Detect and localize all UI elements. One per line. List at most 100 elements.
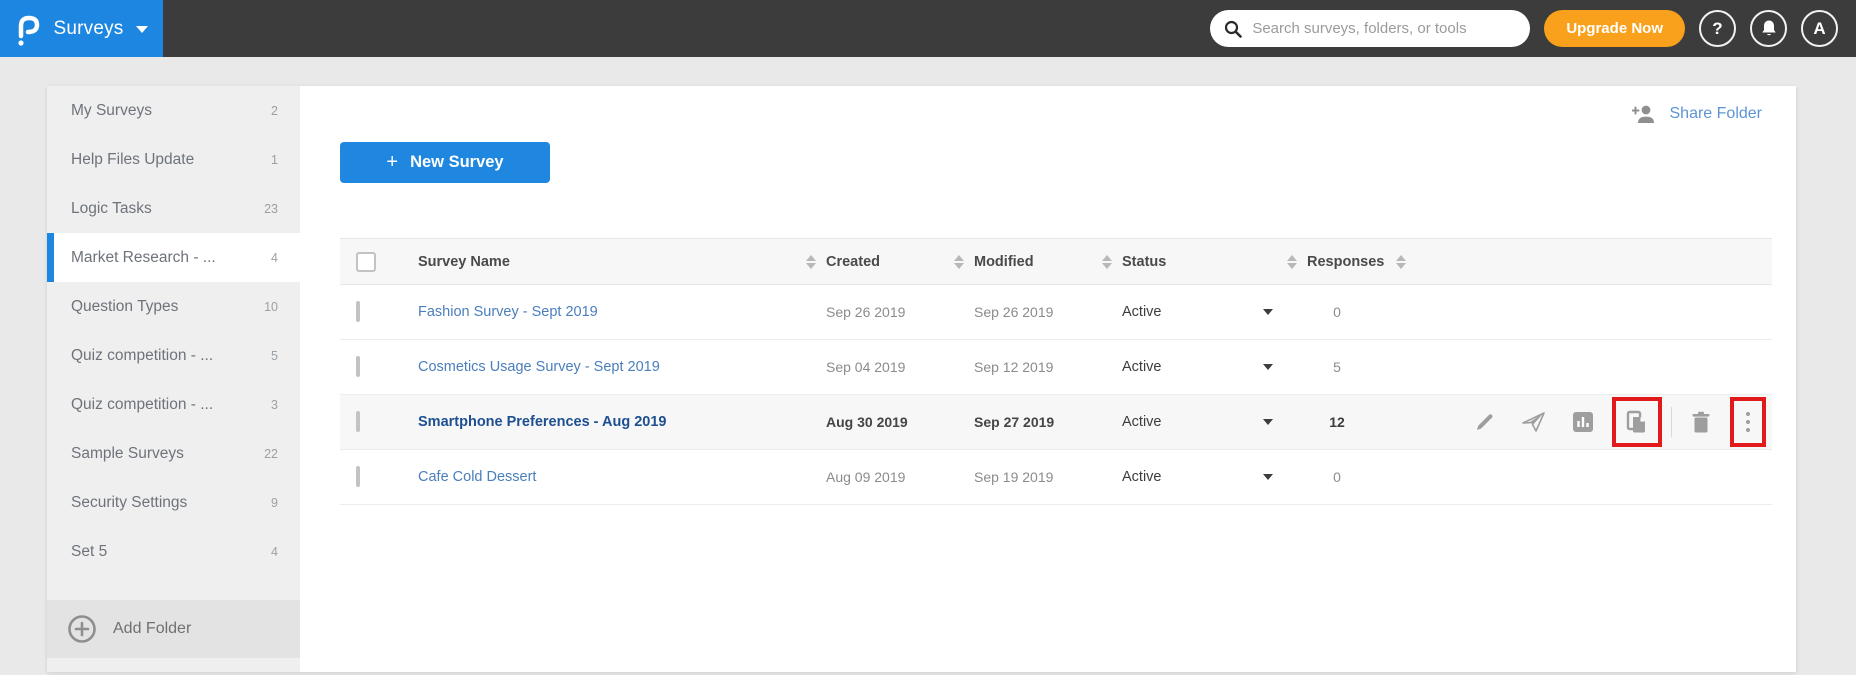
app-switcher[interactable]: Surveys <box>0 0 163 57</box>
account-avatar[interactable]: A <box>1801 10 1838 47</box>
status-dropdown-icon[interactable] <box>1263 309 1273 315</box>
new-survey-label: New Survey <box>410 153 504 171</box>
share-folder-label: Share Folder <box>1669 105 1763 122</box>
sidebar-item-help-files-update[interactable]: Help Files Update 1 <box>47 135 300 184</box>
sidebar-item-security-settings[interactable]: Security Settings 9 <box>47 478 300 527</box>
search-input[interactable] <box>1252 20 1517 37</box>
new-survey-button[interactable]: + New Survey <box>340 142 550 183</box>
sidebar-item-set-5[interactable]: Set 5 4 <box>47 527 300 576</box>
sidebar-item-label: Logic Tasks <box>71 199 152 217</box>
trash-icon <box>1692 411 1710 432</box>
notifications-button[interactable] <box>1750 10 1787 47</box>
product-name: Surveys <box>53 17 124 39</box>
status-dropdown-icon[interactable] <box>1263 364 1273 370</box>
share-folder-button[interactable]: Share Folder <box>1631 104 1763 124</box>
sort-responses-icon[interactable] <box>1396 254 1407 269</box>
col-survey-name[interactable]: Survey Name <box>402 254 510 270</box>
topbar: Surveys Upgrade Now ? A <box>0 0 1856 57</box>
sidebar-item-my-surveys[interactable]: My Surveys 2 <box>47 86 300 135</box>
sidebar-item-label: Help Files Update <box>71 150 195 168</box>
help-icon: ? <box>1712 18 1723 38</box>
status-value: Active <box>1122 414 1162 430</box>
select-all-checkbox[interactable] <box>356 251 376 272</box>
sidebar-item-count: 1 <box>271 152 278 167</box>
sort-status-icon[interactable] <box>1287 254 1297 269</box>
table-header-row: Survey Name Created Modified Status Resp… <box>340 238 1772 285</box>
plus-circle-icon <box>68 615 96 643</box>
sidebar-item-count: 9 <box>271 495 278 510</box>
sidebar-item-label: Quiz competition - ... <box>71 346 214 364</box>
status-dropdown-icon[interactable] <box>1263 419 1273 425</box>
sidebar-item-quiz-competition-1[interactable]: Quiz competition - ... 5 <box>47 331 300 380</box>
sidebar-item-question-types[interactable]: Question Types 10 <box>47 282 300 331</box>
table-row: Fashion Survey - Sept 2019 Sep 26 2019 S… <box>340 285 1772 340</box>
edit-button[interactable] <box>1465 402 1505 442</box>
sidebar-item-count: 4 <box>271 544 278 559</box>
responses-count: 0 <box>1333 304 1341 320</box>
col-responses[interactable]: Responses <box>1307 254 1384 270</box>
modified-date: Sep 12 2019 <box>974 359 1054 375</box>
help-button[interactable]: ? <box>1699 10 1736 47</box>
folders-sidebar: My Surveys 2 Help Files Update 1 Logic T… <box>47 86 300 672</box>
sort-survey-name-icon[interactable] <box>806 254 816 269</box>
col-modified[interactable]: Modified <box>974 254 1034 270</box>
folder-content: Share Folder + New Survey Survey Name Cr… <box>300 86 1796 672</box>
row-checkbox[interactable] <box>356 301 360 322</box>
sidebar-item-sample-surveys[interactable]: Sample Surveys 22 <box>47 429 300 478</box>
table-row-highlighted: Smartphone Preferences - Aug 2019 Aug 30… <box>340 395 1772 450</box>
row-actions <box>1442 397 1772 447</box>
bell-icon <box>1761 20 1776 36</box>
sidebar-item-label: Set 5 <box>71 542 108 560</box>
sort-created-icon[interactable] <box>954 254 964 269</box>
survey-name-link[interactable]: Cafe Cold Dessert <box>402 469 536 485</box>
sidebar-item-label: Market Research - ... <box>71 248 216 266</box>
chevron-down-icon <box>135 26 148 33</box>
paper-plane-icon <box>1522 412 1545 432</box>
sidebar-item-label: Security Settings <box>71 493 188 511</box>
sidebar-item-market-research[interactable]: Market Research - ... 4 <box>47 233 300 282</box>
duplicate-button[interactable] <box>1617 402 1657 442</box>
sidebar-item-count: 5 <box>271 348 278 363</box>
proprofs-logo-icon <box>18 15 40 46</box>
sidebar-item-label: Quiz competition - ... <box>71 395 214 413</box>
status-dropdown-icon[interactable] <box>1263 474 1273 480</box>
col-status[interactable]: Status <box>1122 254 1166 270</box>
duplicate-callout-box <box>1612 397 1662 447</box>
delete-button[interactable] <box>1681 402 1721 442</box>
survey-name-link[interactable]: Cosmetics Usage Survey - Sept 2019 <box>402 359 660 375</box>
more-options-button[interactable] <box>1735 402 1761 442</box>
row-checkbox[interactable] <box>356 411 360 432</box>
add-folder-label: Add Folder <box>113 620 192 637</box>
sidebar-item-logic-tasks[interactable]: Logic Tasks 23 <box>47 184 300 233</box>
more-callout-box <box>1730 397 1766 447</box>
sidebar-item-count: 22 <box>264 446 278 461</box>
sidebar-item-label: Question Types <box>71 297 179 315</box>
table-row: Cafe Cold Dessert Aug 09 2019 Sep 19 201… <box>340 450 1772 505</box>
sidebar-item-count: 10 <box>264 299 278 314</box>
upgrade-now-button[interactable]: Upgrade Now <box>1544 10 1685 47</box>
created-date: Sep 26 2019 <box>826 304 906 320</box>
sidebar-item-label: My Surveys <box>71 101 152 119</box>
pencil-icon <box>1477 414 1493 430</box>
add-folder-button[interactable]: Add Folder <box>47 600 300 658</box>
col-created[interactable]: Created <box>826 254 880 270</box>
created-date: Aug 30 2019 <box>826 414 908 430</box>
modified-date: Sep 19 2019 <box>974 469 1054 485</box>
bar-chart-icon <box>1573 412 1593 432</box>
created-date: Sep 04 2019 <box>826 359 906 375</box>
plus-icon: + <box>386 151 399 173</box>
row-checkbox[interactable] <box>356 356 360 377</box>
sidebar-item-quiz-competition-2[interactable]: Quiz competition - ... 3 <box>47 380 300 429</box>
send-button[interactable] <box>1514 402 1554 442</box>
sort-modified-icon[interactable] <box>1102 254 1112 269</box>
search-icon <box>1225 20 1243 38</box>
survey-name-link[interactable]: Fashion Survey - Sept 2019 <box>402 304 598 320</box>
survey-name-link[interactable]: Smartphone Preferences - Aug 2019 <box>402 414 666 430</box>
row-checkbox[interactable] <box>356 466 360 487</box>
responses-count: 0 <box>1333 469 1341 485</box>
status-value: Active <box>1122 304 1162 320</box>
surveys-table: Survey Name Created Modified Status Resp… <box>340 238 1772 505</box>
reports-button[interactable] <box>1563 402 1603 442</box>
modified-date: Sep 26 2019 <box>974 304 1054 320</box>
responses-count: 12 <box>1329 414 1345 430</box>
